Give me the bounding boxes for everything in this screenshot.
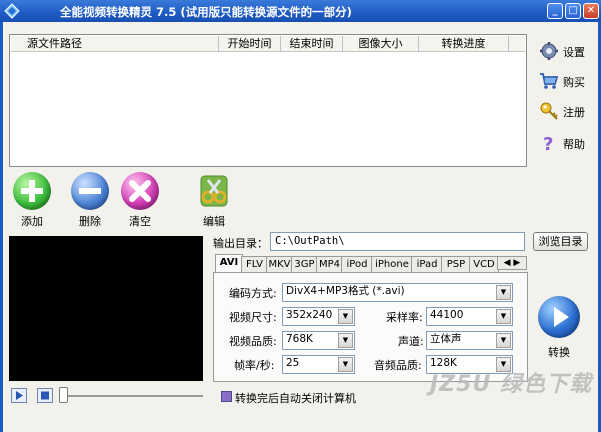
scissors-icon: [200, 175, 228, 207]
shopping-cart-icon: [539, 71, 559, 91]
video-preview: [9, 236, 203, 381]
seek-track[interactable]: [60, 395, 203, 397]
chevron-down-icon[interactable]: ▼: [338, 333, 353, 348]
watermark: JZ5U 绿色下载: [430, 372, 592, 397]
help-label: 帮助: [563, 138, 585, 151]
window-title: 全能视频转换精灵 7.5 (试用版只能转换源文件的一部分): [60, 5, 352, 19]
chevron-down-icon[interactable]: ▼: [338, 309, 353, 324]
video-quality-value: 768K: [286, 333, 313, 345]
column-header-end-time[interactable]: 结束时间: [281, 36, 343, 52]
add-button[interactable]: [13, 172, 51, 210]
clear-label: 清空: [129, 215, 151, 228]
app-icon: [4, 3, 20, 19]
codec-label: 编码方式:: [229, 287, 277, 300]
edit-button[interactable]: [195, 172, 233, 210]
tab-scroll-arrows[interactable]: ◀ ▶: [497, 256, 527, 270]
play-icon: [554, 307, 569, 327]
output-dir-input[interactable]: C:\OutPath\: [270, 232, 525, 251]
play-icon: [16, 391, 23, 400]
key-icon: [539, 101, 559, 121]
minus-icon: [79, 188, 101, 194]
gear-icon: [539, 41, 559, 61]
maximize-button[interactable]: □: [565, 3, 581, 19]
tab-ipad[interactable]: iPad: [411, 256, 443, 273]
video-size-label: 视频尺寸:: [229, 311, 277, 324]
play-button[interactable]: [11, 388, 27, 403]
help-button[interactable]: ? 帮助: [537, 131, 597, 155]
column-header-source-path[interactable]: 源文件路径: [11, 36, 219, 52]
title-bar: 全能视频转换精灵 7.5 (试用版只能转换源文件的一部分) _ □ ✕: [0, 0, 601, 22]
column-header-start-time[interactable]: 开始时间: [219, 36, 281, 52]
plus-icon: [21, 180, 43, 202]
tab-mkv[interactable]: MKV: [266, 256, 293, 273]
chevron-down-icon[interactable]: ▼: [338, 357, 353, 372]
samplerate-select[interactable]: 44100 ▼: [426, 307, 513, 326]
help-icon: ?: [539, 133, 559, 155]
samplerate-label: 采样率:: [386, 311, 423, 324]
delete-button[interactable]: [71, 172, 109, 210]
buy-button[interactable]: 购买: [537, 69, 597, 93]
fps-value: 25: [286, 357, 300, 369]
buy-label: 购买: [563, 76, 585, 89]
tab-vcd[interactable]: VCD: [469, 256, 499, 273]
output-dir-label: 输出目录：: [213, 237, 268, 250]
video-size-select[interactable]: 352x240 ▼: [282, 307, 355, 326]
column-header-progress[interactable]: 转换进度: [419, 36, 509, 52]
column-header-image-size[interactable]: 图像大小: [343, 36, 419, 52]
settings-label: 设置: [563, 46, 585, 59]
stop-icon: [41, 391, 49, 400]
browse-dir-button[interactable]: 浏览目录: [533, 232, 588, 251]
chevron-down-icon[interactable]: ▼: [496, 309, 511, 324]
tab-mp4[interactable]: MP4: [316, 256, 343, 273]
video-quality-select[interactable]: 768K ▼: [282, 331, 355, 350]
tab-3gp[interactable]: 3GP: [291, 256, 318, 273]
edit-label: 编辑: [203, 215, 225, 228]
convert-button[interactable]: [538, 296, 580, 338]
chevron-down-icon[interactable]: ▼: [496, 333, 511, 348]
tab-ipod[interactable]: iPod: [341, 256, 373, 273]
delete-label: 删除: [79, 215, 101, 228]
codec-value: DivX4+MP3格式 (*.avi): [286, 285, 405, 297]
video-quality-label: 视频品质:: [229, 335, 277, 348]
settings-button[interactable]: 设置: [537, 39, 597, 63]
x-icon: [129, 180, 151, 202]
convert-label: 转换: [548, 346, 570, 359]
channel-value: 立体声: [430, 333, 462, 345]
codec-select[interactable]: DivX4+MP3格式 (*.avi) ▼: [282, 283, 513, 302]
tab-flv[interactable]: FLV: [241, 256, 268, 273]
fps-label: 帧率/秒:: [234, 359, 275, 372]
tab-iphone[interactable]: iPhone: [371, 256, 413, 273]
minimize-button[interactable]: _: [547, 3, 563, 19]
channel-select[interactable]: 立体声 ▼: [426, 331, 513, 350]
auto-shutdown-label[interactable]: 转换完后自动关闭计算机: [235, 390, 356, 406]
svg-text:?: ?: [543, 134, 553, 153]
tab-psp[interactable]: PSP: [441, 256, 471, 273]
fps-select[interactable]: 25 ▼: [282, 355, 355, 374]
format-tabs: AVI FLV MKV 3GP MP4 iPod iPhone iPad PSP…: [213, 254, 528, 273]
add-label: 添加: [21, 215, 43, 228]
stop-button[interactable]: [37, 388, 53, 403]
close-button[interactable]: ✕: [583, 3, 599, 19]
clear-button[interactable]: [121, 172, 159, 210]
audio-quality-label: 音频品质:: [374, 359, 422, 372]
auto-shutdown-checkbox[interactable]: [221, 391, 232, 402]
file-list[interactable]: 源文件路径 开始时间 结束时间 图像大小 转换进度: [9, 34, 527, 167]
register-button[interactable]: 注册: [537, 99, 597, 123]
video-size-value: 352x240: [286, 309, 333, 321]
seek-slider-thumb[interactable]: [59, 387, 68, 403]
register-label: 注册: [563, 106, 585, 119]
tab-avi[interactable]: AVI: [215, 254, 243, 273]
list-header: 源文件路径 开始时间 结束时间 图像大小 转换进度: [11, 36, 525, 52]
samplerate-value: 44100: [430, 309, 464, 321]
channel-label: 声道:: [398, 335, 424, 348]
chevron-down-icon[interactable]: ▼: [496, 285, 511, 300]
